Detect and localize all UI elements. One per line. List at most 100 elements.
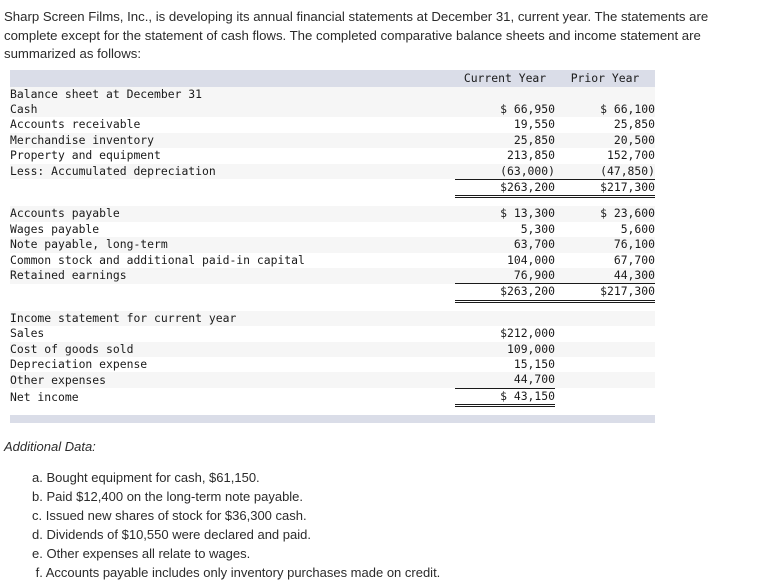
row-current-value: 104,000 <box>455 252 555 268</box>
row-current-value: 19,550 <box>455 117 555 133</box>
table-bottom-band <box>10 415 655 424</box>
row-current-value: 213,850 <box>455 148 555 164</box>
row-label: Accounts payable <box>10 206 455 222</box>
list-item: f. Accounts payable includes only invent… <box>32 565 441 581</box>
spacer-cell <box>10 196 455 207</box>
financial-statements-table-wrapper: Current Year Prior Year Balance sheet at… <box>0 69 764 424</box>
balance-sheet-title-row: Balance sheet at December 31 <box>10 86 655 102</box>
total-liabilities-equity-row: $263,200 $217,300 <box>10 283 655 303</box>
table-row: Depreciation expense 15,150 <box>10 357 655 373</box>
spacer-cell <box>455 196 555 207</box>
additional-data-list: a. Bought equipment for cash, $61,150. b… <box>4 468 764 582</box>
header-label-cell <box>10 69 455 87</box>
table-row: Cash $ 66,950 $ 66,100 <box>10 101 655 118</box>
section-gap <box>10 196 655 207</box>
band-cell <box>455 415 555 424</box>
row-label: Note payable, long-term <box>10 237 455 253</box>
header-prior-year: Prior Year <box>555 69 655 87</box>
spacer-cell <box>455 301 555 311</box>
spacer-cell <box>555 388 655 406</box>
row-label: Other expenses <box>10 372 455 389</box>
row-prior-value: 5,600 <box>555 221 655 238</box>
row-prior-value: $ 66,100 <box>555 101 655 118</box>
row-label: Retained earnings <box>10 267 455 284</box>
row-prior-value: 76,100 <box>555 237 655 253</box>
row-current-value: (63,000) <box>455 163 555 180</box>
table-row: Retained earnings 76,900 44,300 <box>10 267 655 285</box>
row-current-value: $ 66,950 <box>455 101 555 118</box>
balance-sheet-title: Balance sheet at December 31 <box>10 86 455 102</box>
table-row: Less: Accumulated depreciation (63,000) … <box>10 163 655 180</box>
table-row: Accounts receivable 19,550 25,850 <box>10 117 655 133</box>
header-current-year: Current Year <box>455 69 555 87</box>
row-label: Less: Accumulated depreciation <box>10 163 455 180</box>
row-current-value: 109,000 <box>455 341 555 357</box>
list-item: d. Dividends of $10,550 were declared an… <box>32 527 311 543</box>
list-item: e. Other expenses all relate to wages. <box>32 546 251 562</box>
spacer-cell <box>555 196 655 207</box>
row-current-value: 5,300 <box>455 221 555 238</box>
additional-data-section: Additional Data: a. Bought equipment for… <box>0 439 764 582</box>
row-prior-value: 20,500 <box>555 132 655 149</box>
row-current-value: 63,700 <box>455 237 555 253</box>
row-label: Common stock and additional paid-in capi… <box>10 252 455 268</box>
list-item: a. Bought equipment for cash, $61,150. <box>32 470 260 486</box>
row-label: Cash <box>10 101 455 118</box>
table-row: Cost of goods sold 109,000 <box>10 341 655 357</box>
row-prior-value: 67,700 <box>555 252 655 268</box>
list-item: c. Issued new shares of stock for $36,30… <box>32 508 307 524</box>
spacer-cell <box>555 405 655 416</box>
intro-paragraph: Sharp Screen Films, Inc., is developing … <box>4 9 709 61</box>
row-prior-value: 152,700 <box>555 148 655 164</box>
row-current-value: 15,150 <box>455 357 555 373</box>
financial-statements-table: Current Year Prior Year Balance sheet at… <box>10 69 655 424</box>
row-current-value: 25,850 <box>455 132 555 149</box>
band-cell <box>555 415 655 424</box>
spacer-cell <box>10 405 455 416</box>
row-current-value: 76,900 <box>455 267 555 285</box>
row-current-value: $ 13,300 <box>455 206 555 222</box>
table-header-row: Current Year Prior Year <box>10 69 655 87</box>
row-label: Depreciation expense <box>10 357 455 373</box>
spacer-cell <box>555 326 655 342</box>
table-row: Other expenses 44,700 <box>10 372 655 389</box>
row-label: Cost of goods sold <box>10 341 455 357</box>
table-row: Sales $212,000 <box>10 326 655 342</box>
row-prior-value: $ 23,600 <box>555 206 655 222</box>
row-label: Net income <box>10 388 455 406</box>
spacer-cell <box>555 86 655 102</box>
row-label: Sales <box>10 326 455 342</box>
row-prior-value: 25,850 <box>555 117 655 133</box>
band-cell <box>10 415 455 424</box>
table-row: Property and equipment 213,850 152,700 <box>10 148 655 164</box>
table-row: Wages payable 5,300 5,600 <box>10 221 655 238</box>
total-prior-value: $217,300 <box>555 283 655 303</box>
section-gap <box>10 405 655 416</box>
spacer-cell <box>555 372 655 389</box>
additional-data-title: Additional Data: <box>4 439 96 455</box>
spacer-cell <box>455 405 555 416</box>
net-income-value: $ 43,150 <box>455 388 555 408</box>
total-current-value: $263,200 <box>455 283 555 303</box>
row-prior-value: (47,850) <box>555 163 655 180</box>
spacer-cell <box>555 310 655 327</box>
total-assets-row: $263,200 $217,300 <box>10 179 655 199</box>
row-label: Merchandise inventory <box>10 132 455 149</box>
row-label: Accounts receivable <box>10 117 455 133</box>
spacer-cell <box>555 357 655 373</box>
row-label <box>10 179 455 197</box>
row-label: Wages payable <box>10 221 455 238</box>
row-label <box>10 283 455 302</box>
total-prior-value: $217,300 <box>555 179 655 199</box>
row-current-value: $212,000 <box>455 326 555 342</box>
list-item: b. Paid $12,400 on the long-term note pa… <box>32 489 304 505</box>
table-row: Common stock and additional paid-in capi… <box>10 252 655 268</box>
total-current-value: $263,200 <box>455 179 555 199</box>
spacer-cell <box>10 301 455 311</box>
spacer-cell <box>455 86 555 102</box>
table-row: Accounts payable $ 13,300 $ 23,600 <box>10 206 655 222</box>
row-prior-value: 44,300 <box>555 267 655 285</box>
spacer-cell <box>555 341 655 357</box>
net-income-row: Net income $ 43,150 <box>10 388 655 408</box>
section-gap <box>10 301 655 311</box>
